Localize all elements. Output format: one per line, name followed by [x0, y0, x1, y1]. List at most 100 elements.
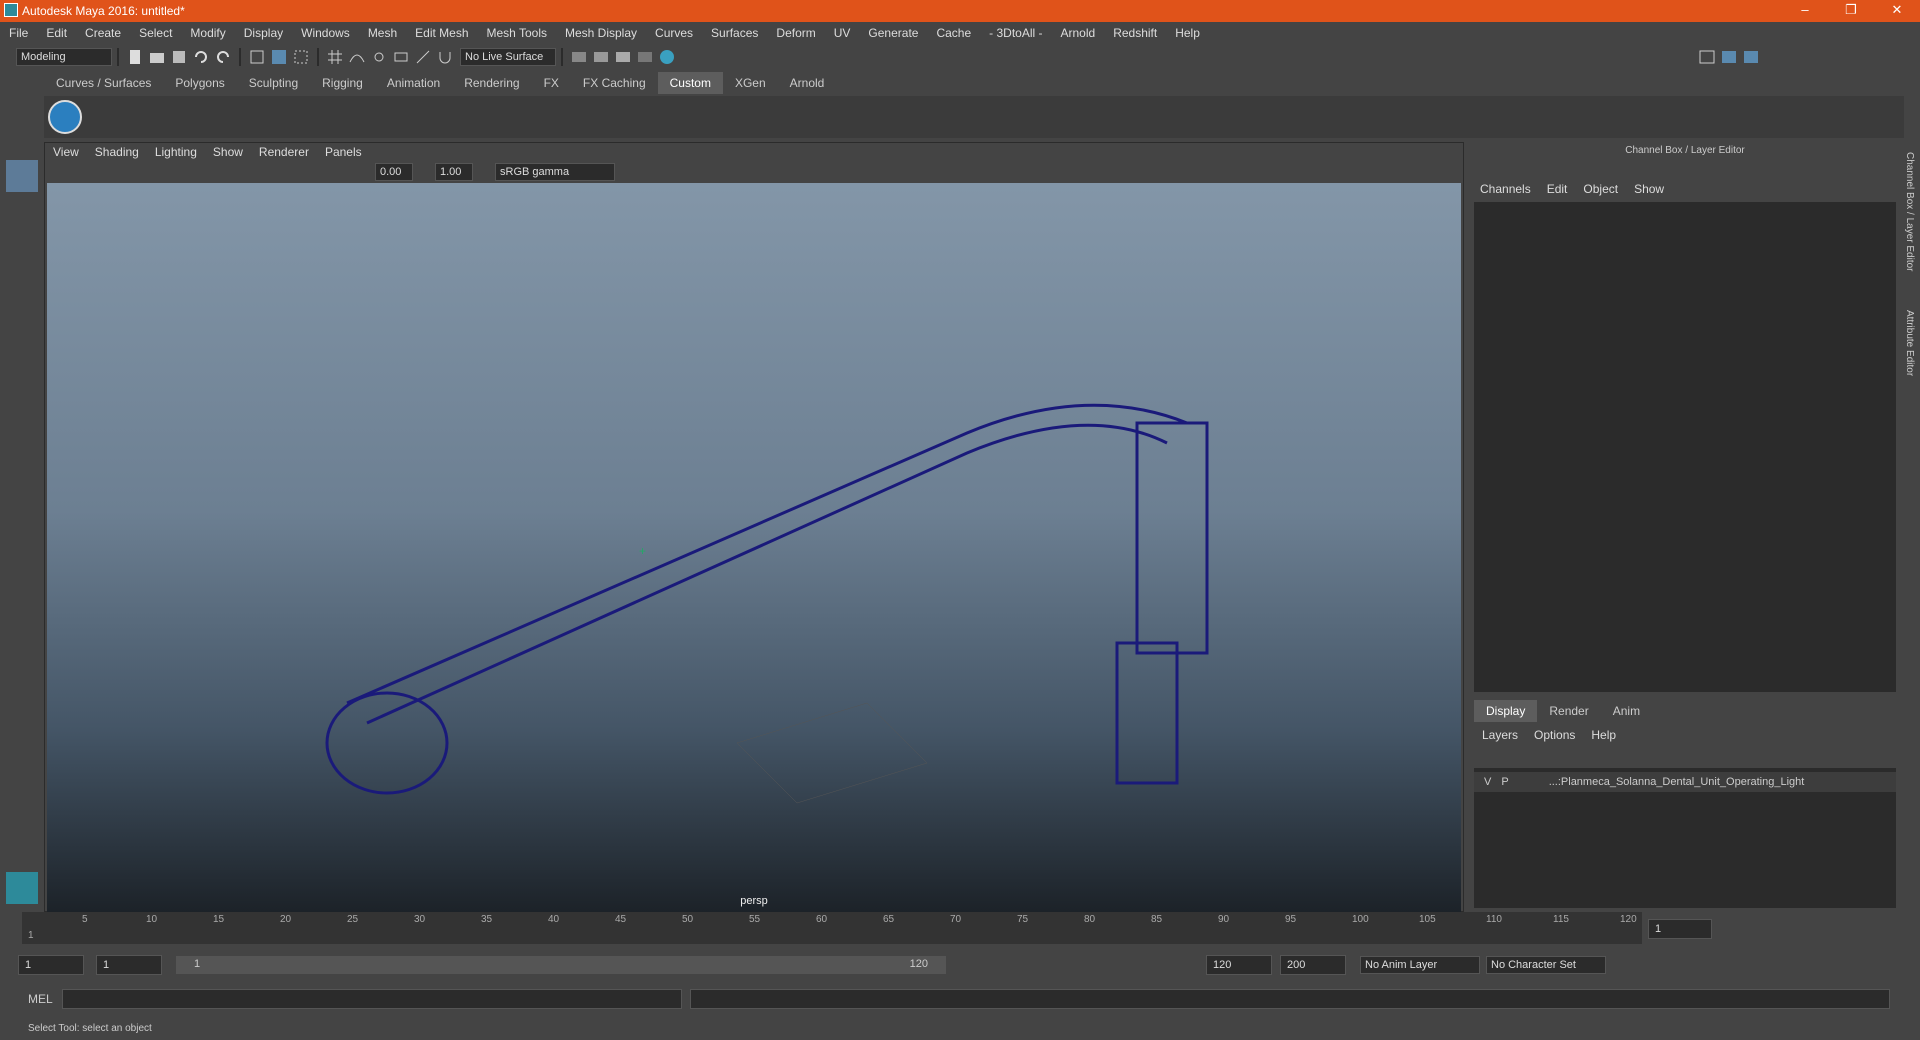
- lasso-tool-icon[interactable]: [6, 196, 38, 228]
- render-current-icon[interactable]: [592, 48, 610, 66]
- scene-end-field[interactable]: 200: [1280, 955, 1346, 975]
- shadows-icon[interactable]: [289, 163, 307, 181]
- render-view-icon[interactable]: [570, 48, 588, 66]
- menu-create[interactable]: Create: [85, 26, 121, 40]
- layer-visibility-toggle[interactable]: V: [1484, 776, 1491, 788]
- graph-editor-layout-icon[interactable]: [6, 588, 38, 620]
- shelf-tab-custom[interactable]: Custom: [657, 72, 723, 94]
- panel-menu-view[interactable]: View: [53, 145, 79, 159]
- menu-help[interactable]: Help: [1175, 26, 1200, 40]
- attribute-editor-side-tab[interactable]: Attribute Editor: [1904, 310, 1915, 376]
- go-to-start-icon[interactable]: [1724, 920, 1742, 938]
- menu-arnold[interactable]: Arnold: [1061, 26, 1096, 40]
- snap-point-icon[interactable]: [370, 48, 388, 66]
- resolution-gate-icon[interactable]: [179, 163, 197, 181]
- layer-menu-help[interactable]: Help: [1591, 728, 1616, 742]
- menu-file[interactable]: File: [9, 26, 28, 40]
- current-frame-field[interactable]: 1: [1648, 919, 1712, 939]
- menuset-dropdown[interactable]: Modeling: [16, 48, 112, 66]
- redo-icon[interactable]: [214, 48, 232, 66]
- panel-menu-show[interactable]: Show: [213, 145, 243, 159]
- image-plane-icon[interactable]: [113, 163, 131, 181]
- rotate-tool-icon[interactable]: [6, 304, 38, 336]
- cb-menu-show[interactable]: Show: [1634, 182, 1664, 196]
- minimize-button[interactable]: –: [1782, 0, 1828, 22]
- exposure-field[interactable]: 0.00: [375, 163, 413, 181]
- render-settings-icon[interactable]: [636, 48, 654, 66]
- shelf-tab-xgen[interactable]: XGen: [723, 72, 778, 94]
- channel-box-toggle-icon[interactable]: [1742, 48, 1760, 66]
- snap-view-plane-icon[interactable]: [392, 48, 410, 66]
- playback-end-field[interactable]: 120: [1206, 955, 1272, 975]
- color-management-icon[interactable]: [475, 163, 493, 181]
- scene-start-field[interactable]: 1: [18, 955, 84, 975]
- select-by-object-icon[interactable]: [270, 48, 288, 66]
- menu-edit-mesh[interactable]: Edit Mesh: [415, 26, 468, 40]
- menu-edit[interactable]: Edit: [46, 26, 67, 40]
- character-set-dropdown[interactable]: No Character Set: [1486, 956, 1606, 974]
- menu-deform[interactable]: Deform: [776, 26, 815, 40]
- four-view-layout-icon[interactable]: [6, 468, 38, 500]
- close-button[interactable]: ✕: [1874, 0, 1920, 22]
- shelf-tab-fx-caching[interactable]: FX Caching: [571, 72, 658, 94]
- panel-menu-lighting[interactable]: Lighting: [155, 145, 197, 159]
- camera-attributes-icon[interactable]: [69, 163, 87, 181]
- select-tool-icon[interactable]: [6, 160, 38, 192]
- script-editor-icon[interactable]: [1892, 990, 1910, 1008]
- wireframe-icon[interactable]: [201, 163, 219, 181]
- menu-mesh-display[interactable]: Mesh Display: [565, 26, 637, 40]
- shelf-tab-fx[interactable]: FX: [532, 72, 571, 94]
- layer-tab-anim[interactable]: Anim: [1601, 700, 1652, 722]
- panel-menu-renderer[interactable]: Renderer: [259, 145, 309, 159]
- menu-redshift[interactable]: Redshift: [1113, 26, 1157, 40]
- textured-icon[interactable]: [245, 163, 263, 181]
- shelf-tab-polygons[interactable]: Polygons: [163, 72, 236, 94]
- menu-windows[interactable]: Windows: [301, 26, 350, 40]
- custom-layout-icon[interactable]: [6, 628, 38, 660]
- camera-icon[interactable]: [47, 163, 65, 181]
- shelf-tab-curves-surfaces[interactable]: Curves / Surfaces: [44, 72, 163, 94]
- snap-curve-icon[interactable]: [348, 48, 366, 66]
- single-view-layout-icon[interactable]: [6, 428, 38, 460]
- menu-3dtoall[interactable]: - 3DtoAll -: [989, 26, 1042, 40]
- step-forward-frame-icon[interactable]: [1834, 920, 1852, 938]
- save-scene-icon[interactable]: [170, 48, 188, 66]
- anim-layer-dropdown[interactable]: No Anim Layer: [1360, 956, 1480, 974]
- shelf-tab-arnold[interactable]: Arnold: [778, 72, 837, 94]
- gamma-field[interactable]: 1.00: [435, 163, 473, 181]
- menu-generate[interactable]: Generate: [868, 26, 918, 40]
- menu-uv[interactable]: UV: [834, 26, 851, 40]
- layer-menu-options[interactable]: Options: [1534, 728, 1575, 742]
- 3d-viewport[interactable]: + persp: [47, 183, 1461, 913]
- restore-button[interactable]: ❐: [1828, 0, 1874, 22]
- snap-live-icon[interactable]: [414, 48, 432, 66]
- animation-preferences-icon[interactable]: [1630, 956, 1648, 974]
- step-back-key-icon[interactable]: [1746, 920, 1764, 938]
- ipr-render-icon[interactable]: [614, 48, 632, 66]
- shelf-tab-animation[interactable]: Animation: [375, 72, 452, 94]
- smooth-shade-icon[interactable]: [223, 163, 241, 181]
- bookmark-icon[interactable]: [91, 163, 109, 181]
- layer-tab-render[interactable]: Render: [1537, 700, 1600, 722]
- menu-select[interactable]: Select: [139, 26, 172, 40]
- step-forward-key-icon[interactable]: [1856, 920, 1874, 938]
- menu-curves[interactable]: Curves: [655, 26, 693, 40]
- exposure-icon[interactable]: [355, 163, 373, 181]
- open-scene-icon[interactable]: [148, 48, 166, 66]
- move-tool-icon[interactable]: [6, 268, 38, 300]
- menu-surfaces[interactable]: Surfaces: [711, 26, 758, 40]
- cb-menu-object[interactable]: Object: [1583, 182, 1618, 196]
- live-surface-field[interactable]: No Live Surface: [460, 48, 556, 66]
- playback-start-field[interactable]: 1: [96, 955, 162, 975]
- shelf-tab-rigging[interactable]: Rigging: [310, 72, 375, 94]
- select-by-hierarchy-icon[interactable]: [248, 48, 266, 66]
- layer-tab-display[interactable]: Display: [1474, 700, 1538, 722]
- panel-menu-shading[interactable]: Shading: [95, 145, 139, 159]
- grid-toggle-icon[interactable]: [135, 163, 153, 181]
- time-slider[interactable]: 1 5 10 15 20 25 30 35 40 45 50 55 60 65 …: [22, 912, 1642, 944]
- channel-box-side-tab[interactable]: Channel Box / Layer Editor: [1904, 152, 1915, 272]
- mel-label[interactable]: MEL: [28, 992, 62, 1006]
- panel-menu-panels[interactable]: Panels: [325, 145, 362, 159]
- snap-grid-icon[interactable]: [326, 48, 344, 66]
- isolate-select-icon[interactable]: [311, 163, 329, 181]
